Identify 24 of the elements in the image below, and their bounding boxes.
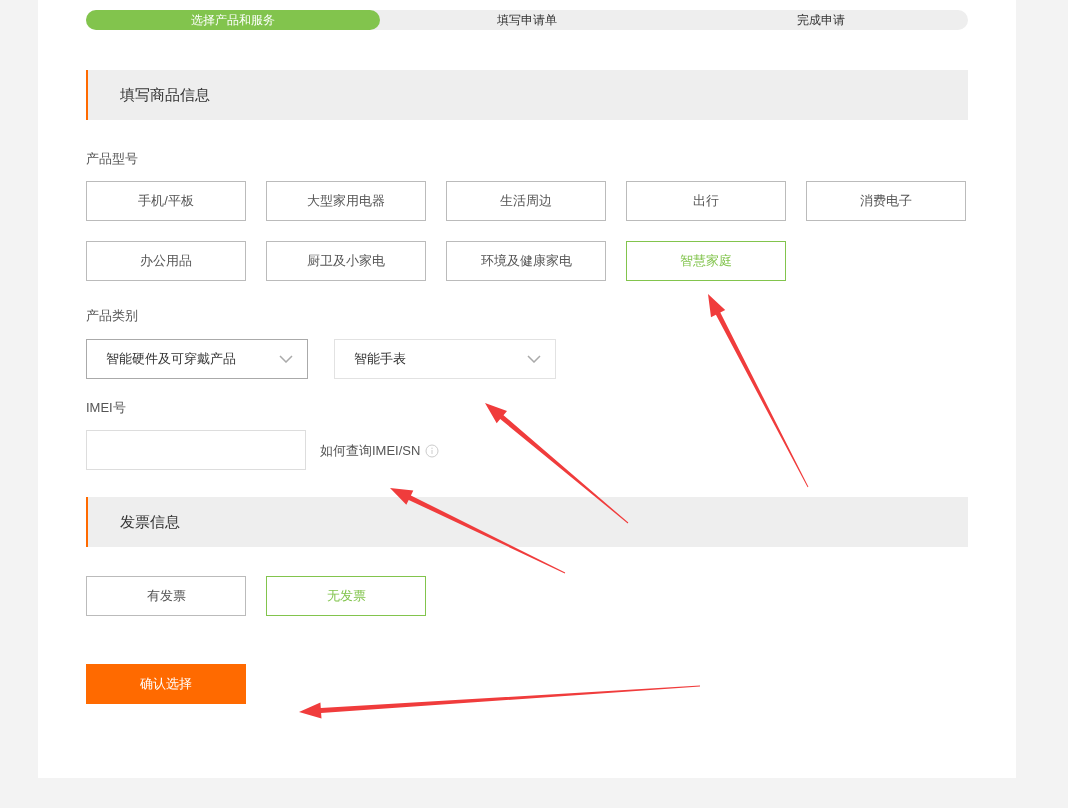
option-button[interactable]: 环境及健康家电 <box>446 241 606 281</box>
imei-input-field[interactable] <box>86 430 306 470</box>
section-header: 填写商品信息 <box>86 70 968 120</box>
field-label: 产品类别 <box>86 307 138 325</box>
field-label: IMEI号 <box>86 399 126 417</box>
progress-step: 完成申请 <box>674 10 968 30</box>
option-button[interactable]: 手机/平板 <box>86 181 246 221</box>
section-header: 发票信息 <box>86 497 968 547</box>
progress-step: 选择产品和服务 <box>86 10 380 30</box>
help-link[interactable]: 如何查询IMEI/SN <box>320 441 421 461</box>
option-button[interactable]: 厨卫及小家电 <box>266 241 426 281</box>
option-button[interactable]: 生活周边 <box>446 181 606 221</box>
category-dropdown[interactable]: 智能手表 <box>334 339 556 379</box>
field-label: 产品型号 <box>86 150 138 168</box>
progress-step: 填写申请单 <box>380 10 674 30</box>
option-button[interactable]: 大型家用电器 <box>266 181 426 221</box>
option-button[interactable]: 有发票 <box>86 576 246 616</box>
option-button[interactable]: 办公用品 <box>86 241 246 281</box>
option-button[interactable]: 消费电子 <box>806 181 966 221</box>
chevron-down-icon <box>279 355 293 363</box>
info-icon <box>425 444 440 458</box>
option-button[interactable]: 出行 <box>626 181 786 221</box>
chevron-down-icon <box>527 355 541 363</box>
category-dropdown[interactable]: 智能硬件及可穿戴产品 <box>86 339 308 379</box>
